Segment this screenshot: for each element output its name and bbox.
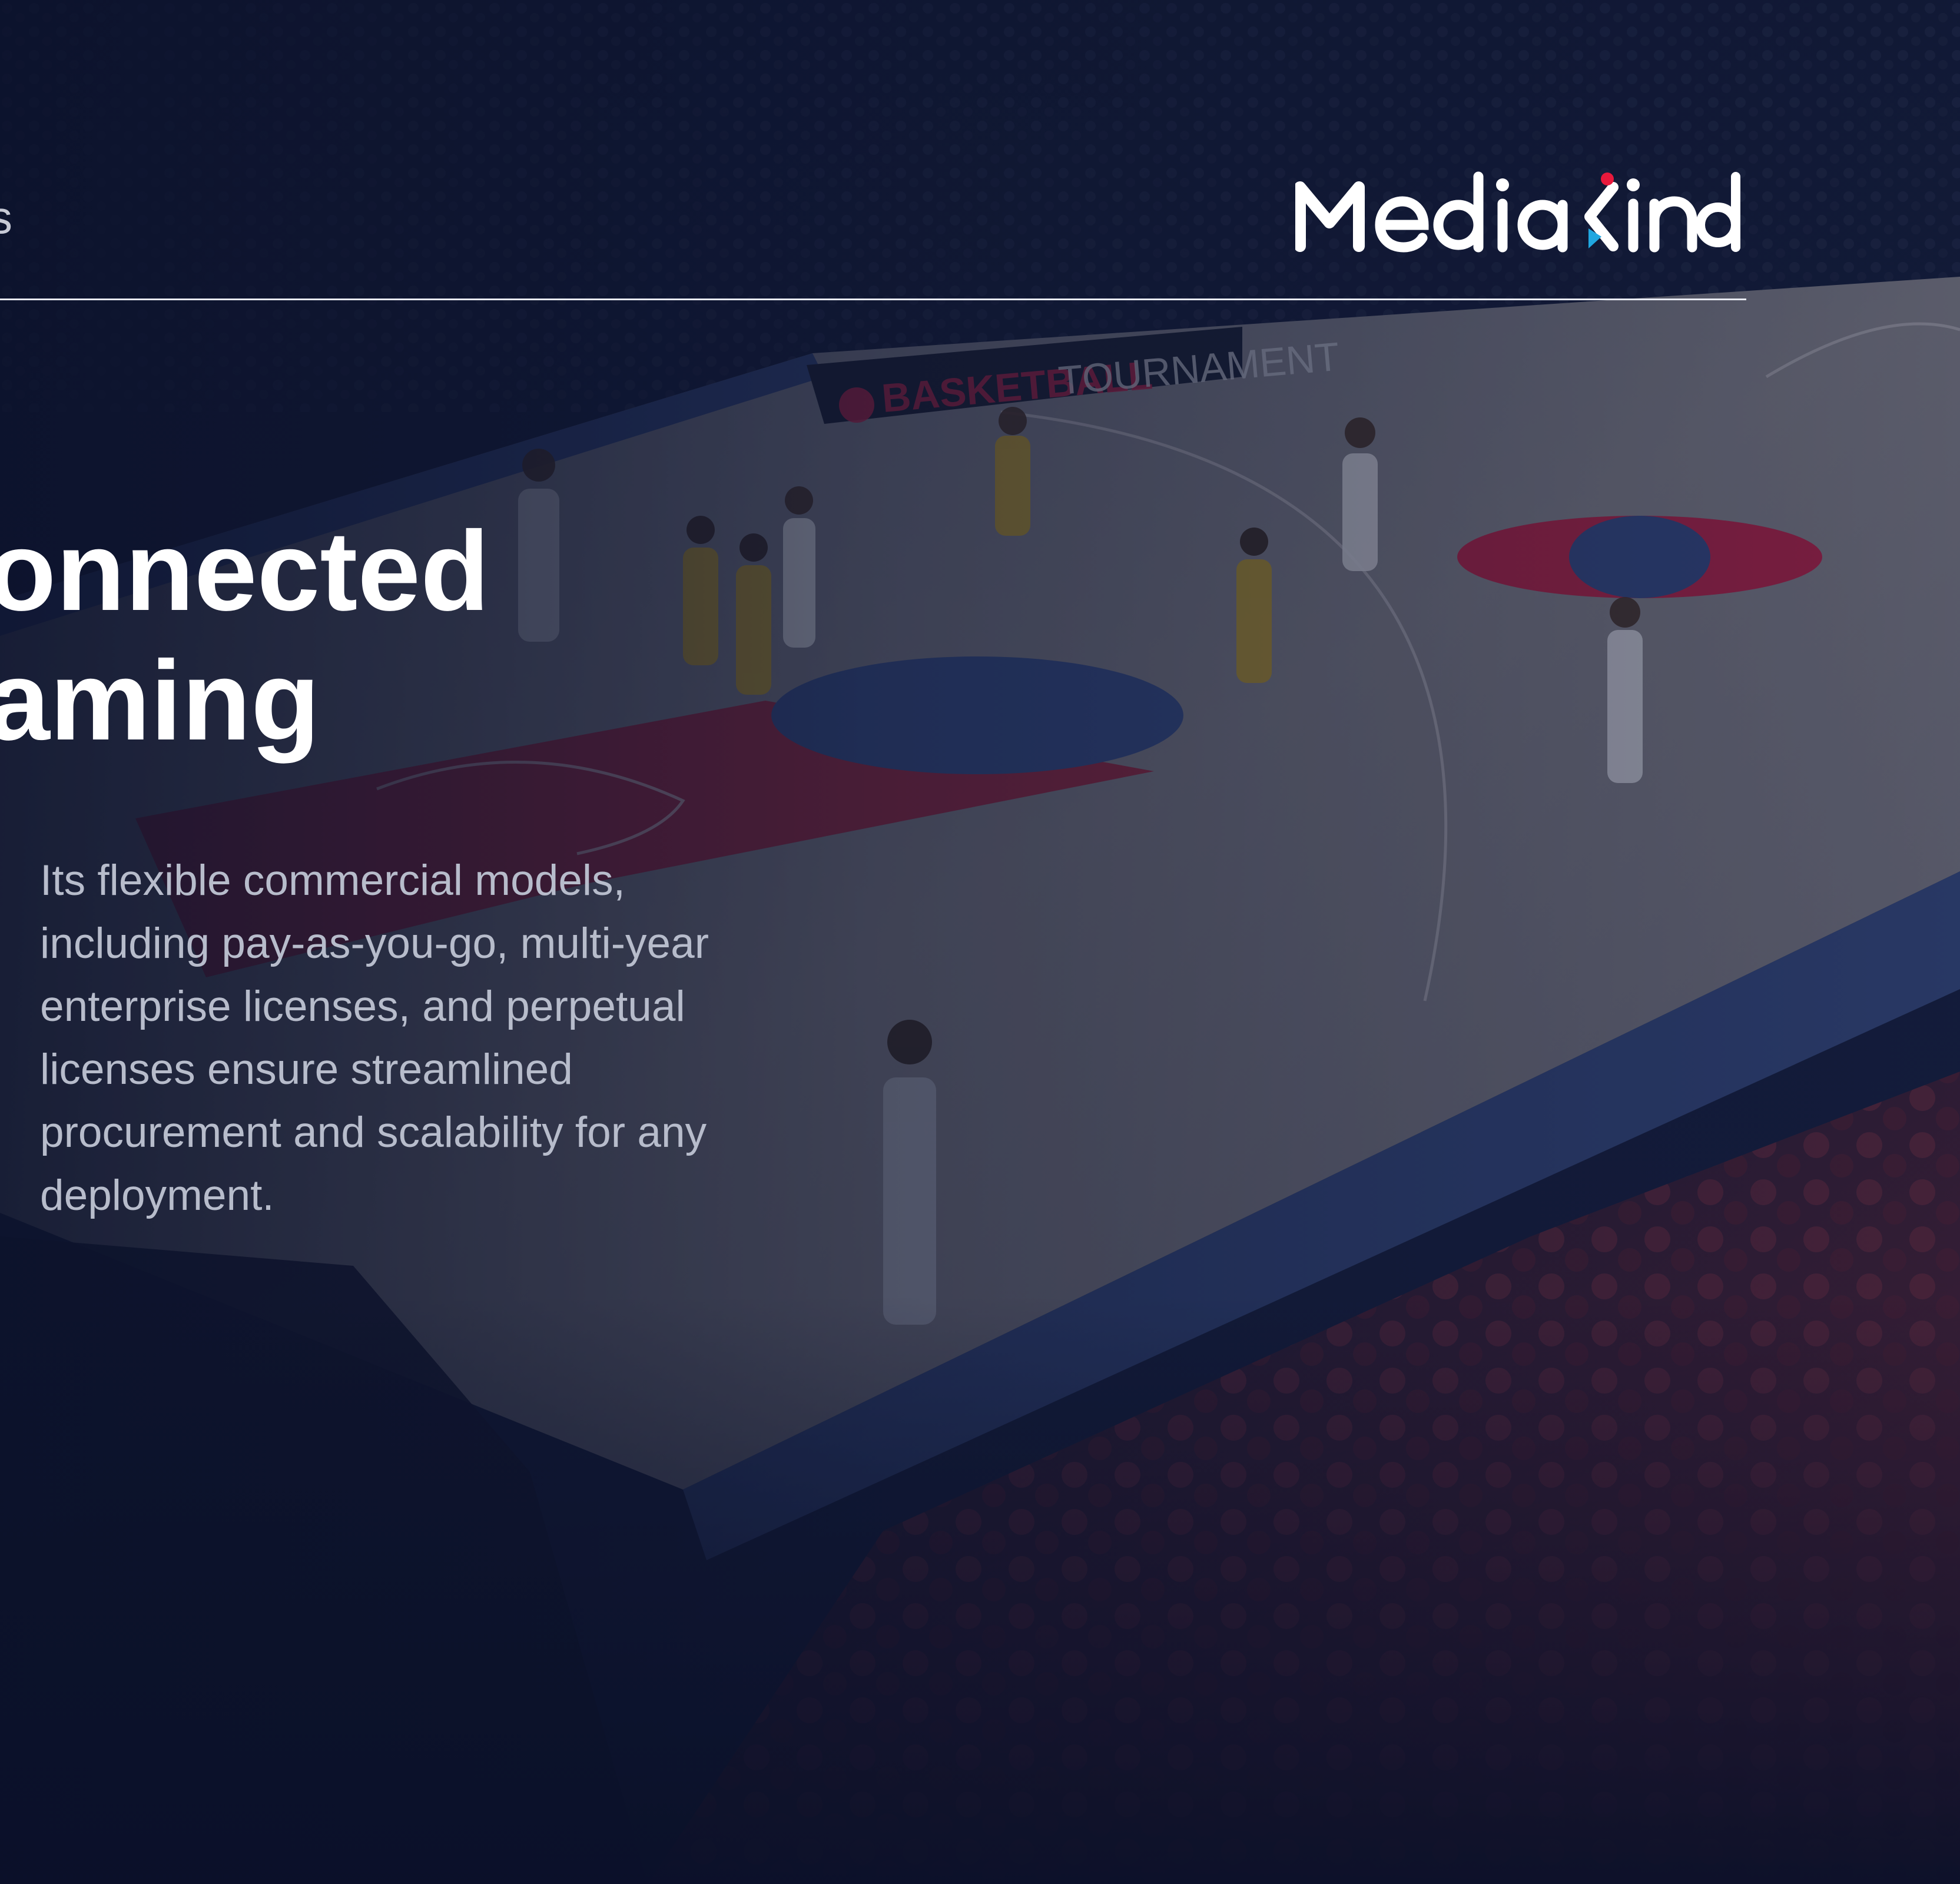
mediakind-logo: [1294, 171, 1743, 259]
hero-title: onnected aming: [0, 506, 489, 765]
slide: BASKETBALL TOURNAMENT: [0, 0, 1960, 1884]
section-label: s: [0, 191, 13, 243]
hero-title-line-2: aming: [0, 637, 320, 764]
header-divider: [0, 298, 1746, 300]
hero-body-text: Its flexible commercial models, includin…: [40, 857, 709, 1219]
hero-title-line-1: onnected: [0, 508, 490, 634]
